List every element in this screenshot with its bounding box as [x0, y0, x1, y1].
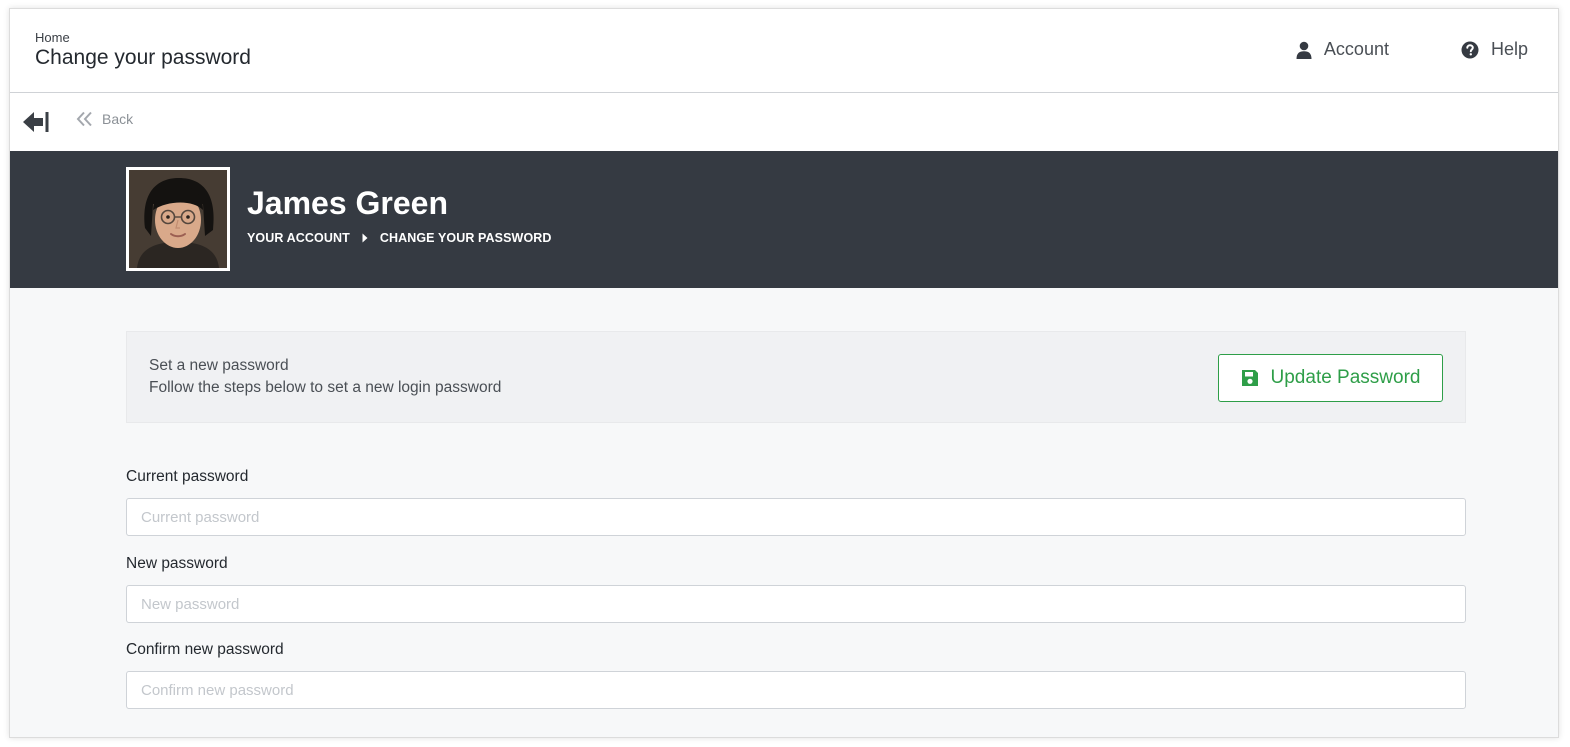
- profile-banner: James Green YOUR ACCOUNT CHANGE YOUR PAS…: [10, 151, 1558, 288]
- floppy-disk-icon: [1241, 370, 1258, 386]
- help-link[interactable]: Help: [1461, 39, 1528, 60]
- sub-toolbar: Back: [10, 93, 1558, 151]
- back-link[interactable]: Back: [76, 111, 133, 127]
- help-label: Help: [1490, 39, 1528, 59]
- question-circle-icon: [1461, 41, 1479, 58]
- collapse-sidebar-button[interactable]: [22, 109, 50, 135]
- page-title: Change your password: [35, 46, 251, 69]
- profile-name: James Green: [247, 185, 449, 221]
- update-password-button[interactable]: Update Password: [1218, 354, 1443, 402]
- arrow-left-bar-icon: [23, 112, 49, 132]
- crumb-change-password: CHANGE YOUR PASSWORD: [379, 231, 552, 245]
- account-link[interactable]: Account: [1296, 39, 1389, 60]
- confirm-password-label: Confirm new password: [126, 641, 284, 658]
- info-title: Set a new password: [149, 357, 289, 374]
- new-password-input[interactable]: [126, 585, 1466, 623]
- breadcrumb-home[interactable]: Home: [35, 30, 70, 45]
- app-frame: Home Change your password Account Help B…: [9, 8, 1559, 738]
- profile-breadcrumb: YOUR ACCOUNT CHANGE YOUR PASSWORD: [247, 231, 552, 245]
- avatar: [126, 167, 230, 271]
- current-password-input[interactable]: [126, 498, 1466, 536]
- double-chevron-left-icon: [76, 111, 92, 127]
- account-label: Account: [1323, 39, 1389, 59]
- avatar-portrait: [129, 170, 227, 268]
- user-icon: [1296, 41, 1312, 59]
- info-subtitle: Follow the steps below to set a new logi…: [149, 379, 502, 396]
- confirm-password-input[interactable]: [126, 671, 1466, 709]
- update-password-label: Update Password: [1270, 367, 1421, 388]
- header-actions: Account Help: [1296, 39, 1528, 60]
- new-password-label: New password: [126, 555, 228, 572]
- current-password-label: Current password: [126, 468, 249, 485]
- back-label: Back: [102, 111, 134, 127]
- info-panel: Set a new password Follow the steps belo…: [126, 331, 1466, 423]
- caret-right-icon: [362, 233, 368, 243]
- top-header: Home Change your password Account Help: [10, 9, 1558, 93]
- crumb-your-account[interactable]: YOUR ACCOUNT: [247, 231, 350, 245]
